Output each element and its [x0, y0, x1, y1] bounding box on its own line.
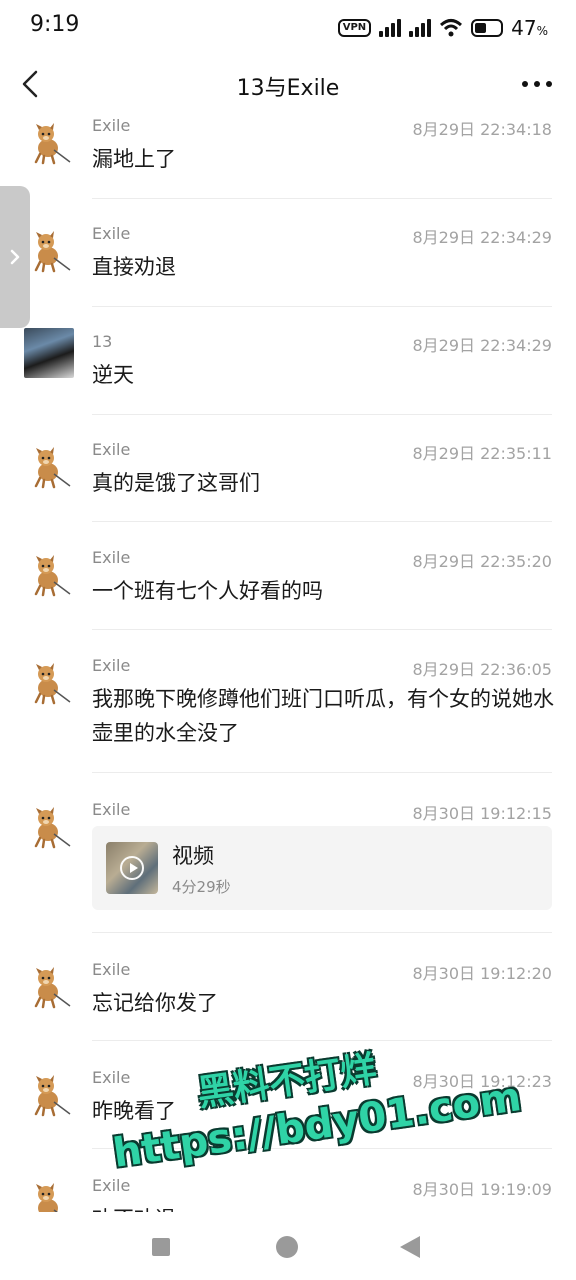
dog-sticker-avatar	[34, 965, 72, 1009]
more-options-button[interactable]	[522, 70, 552, 98]
dog-sticker-avatar	[34, 553, 72, 597]
dog-sticker-avatar	[34, 229, 72, 273]
video-thumbnail	[106, 842, 158, 894]
divider	[92, 306, 552, 307]
signal-icon	[379, 19, 402, 37]
divider	[92, 521, 552, 522]
divider	[92, 198, 552, 199]
battery-level	[475, 23, 487, 33]
message-time: 8月30日 19:12:15	[412, 804, 553, 823]
divider	[92, 1148, 552, 1149]
message-text: 昨晚看了	[92, 1099, 176, 1123]
message-text: 一个班有七个人好看的吗	[92, 579, 323, 603]
message-time: 8月29日 22:34:29	[412, 228, 553, 247]
message-sender: Exile	[92, 116, 131, 135]
divider	[92, 772, 552, 773]
back-icon[interactable]	[400, 1236, 420, 1258]
play-icon	[120, 856, 144, 880]
message-sender: Exile	[92, 960, 131, 979]
message-sender: Exile	[92, 440, 131, 459]
signal-icon	[409, 19, 432, 37]
message-text: 劝不劝退	[92, 1202, 562, 1212]
video-duration: 4分29秒	[172, 878, 231, 896]
message-text: 直接劝退	[92, 255, 176, 279]
status-time: 9:19	[30, 12, 80, 37]
battery-icon	[471, 19, 504, 37]
message-time: 8月30日 19:12:20	[412, 964, 553, 983]
status-icons: VPN 47%	[337, 14, 548, 42]
message-time: 8月29日 22:35:20	[412, 552, 553, 571]
dog-sticker-avatar	[34, 445, 72, 489]
message-time: 8月29日 22:35:11	[412, 444, 553, 463]
message-sender: 13	[92, 332, 113, 351]
message-time: 8月29日 22:36:05	[412, 660, 553, 679]
recent-apps-icon[interactable]	[152, 1238, 170, 1256]
wifi-icon	[440, 19, 463, 37]
chat-title: 13与Exile	[236, 76, 340, 101]
message-sender: Exile	[92, 656, 131, 675]
message-text: 逆天	[92, 363, 134, 387]
message-sender: Exile	[92, 548, 131, 567]
message-text: 忘记给你发了	[92, 991, 218, 1015]
video-title: 视频	[172, 844, 214, 868]
divider	[92, 629, 552, 630]
system-nav-bar	[0, 1212, 576, 1280]
photo-avatar	[24, 328, 74, 378]
status-bar: 9:19 VPN 47%	[0, 0, 576, 56]
vpn-icon: VPN	[337, 19, 372, 37]
dog-sticker-avatar	[34, 1181, 72, 1212]
video-message-card[interactable]: 视频 4分29秒	[92, 826, 552, 910]
home-icon[interactable]	[276, 1236, 298, 1258]
message-text: 漏地上了	[92, 147, 176, 171]
message-list[interactable]: Exile 8月29日 22:34:18 漏地上了 Exile 8月29日 22…	[0, 112, 576, 1212]
message-time: 8月30日 19:19:09	[412, 1180, 553, 1199]
message-text: 真的是饿了这哥们	[92, 471, 260, 495]
divider	[92, 1040, 552, 1041]
message-time: 8月29日 22:34:29	[412, 336, 553, 355]
divider	[92, 932, 552, 933]
message-time: 8月30日 19:12:23	[412, 1072, 553, 1091]
chat-header: 13与Exile	[0, 56, 576, 112]
divider	[92, 414, 552, 415]
side-drawer-tab[interactable]	[0, 186, 30, 328]
dog-sticker-avatar	[34, 805, 72, 849]
more-dots-icon	[522, 81, 528, 87]
message-sender: Exile	[92, 1068, 131, 1087]
dog-sticker-avatar	[34, 121, 72, 165]
message-time: 8月29日 22:34:18	[412, 120, 553, 139]
battery-percentage: 47%	[511, 16, 548, 40]
message-sender: Exile	[92, 800, 131, 819]
dog-sticker-avatar	[34, 661, 72, 705]
message-sender: Exile	[92, 1176, 131, 1195]
chevron-right-icon	[10, 249, 20, 265]
dog-sticker-avatar	[34, 1073, 72, 1117]
message-text: 我那晚下晚修蹲他们班门口听瓜，有个女的说她水壶里的水全没了	[92, 687, 554, 745]
message-sender: Exile	[92, 224, 131, 243]
